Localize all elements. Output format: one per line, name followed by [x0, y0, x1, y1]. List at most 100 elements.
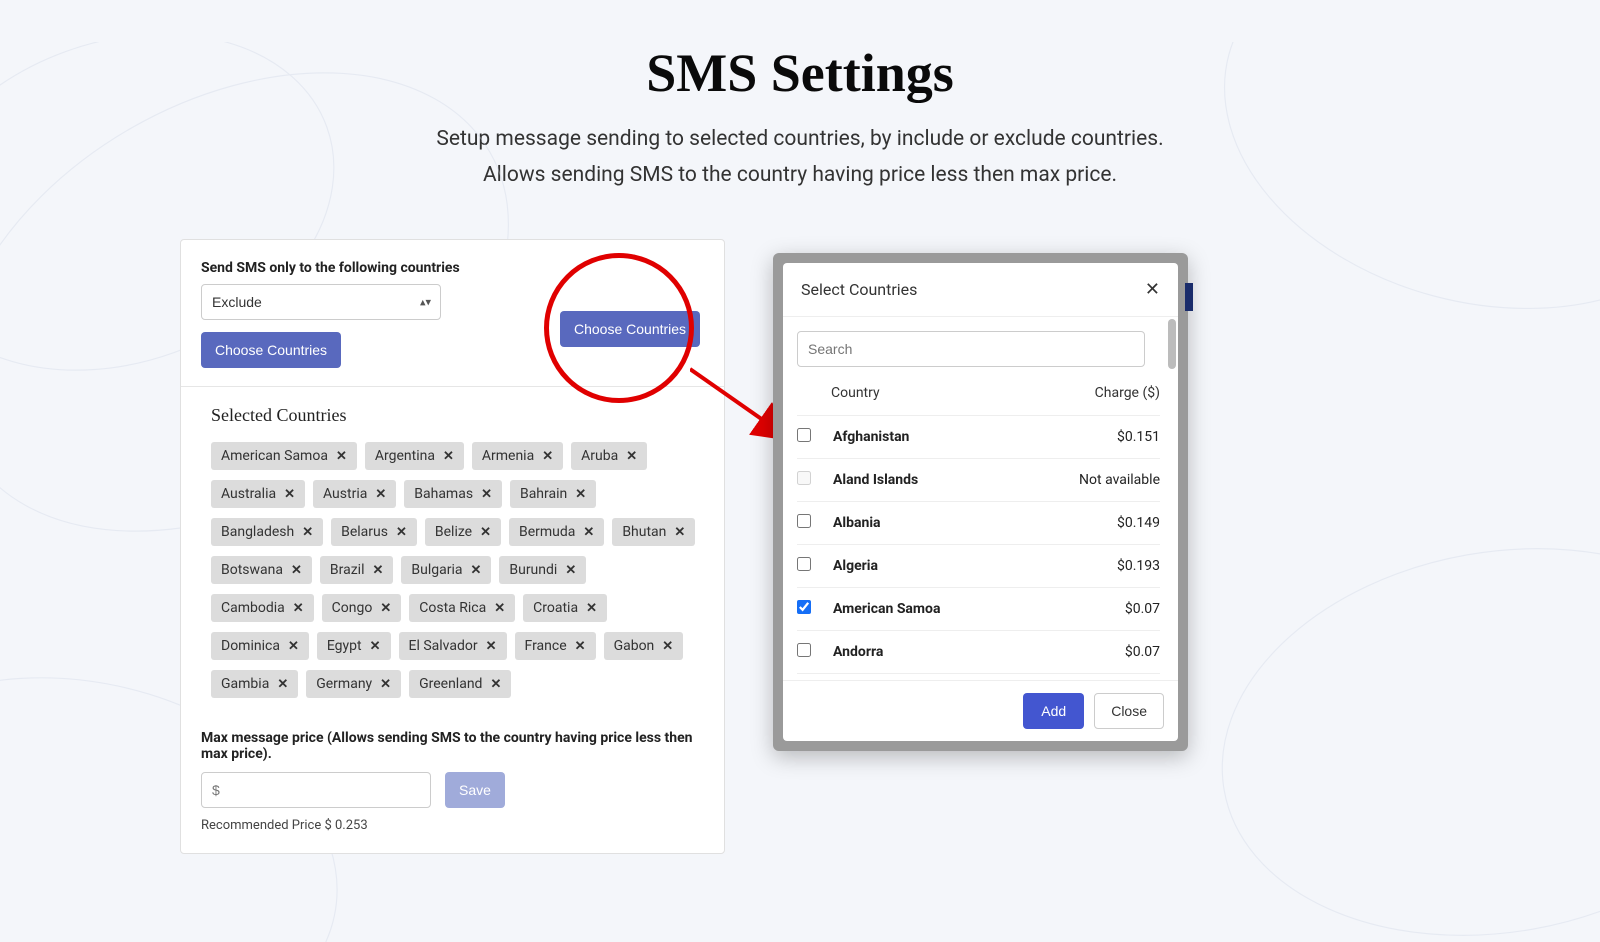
remove-country-icon[interactable]: ✕: [302, 525, 313, 540]
page-description: Setup message sending to selected countr…: [0, 122, 1600, 193]
country-tag-label: Burundi: [509, 562, 557, 578]
remove-country-icon[interactable]: ✕: [674, 525, 685, 540]
callout-choose-countries-button[interactable]: Choose Countries: [560, 311, 700, 347]
remove-country-icon[interactable]: ✕: [486, 639, 497, 654]
remove-country-icon[interactable]: ✕: [542, 449, 553, 464]
country-charge: $0.07: [1060, 644, 1160, 660]
country-name: Andorra: [817, 644, 1060, 660]
country-checkbox: [797, 471, 811, 485]
country-tag: Costa Rica✕: [409, 594, 515, 622]
country-tag: Austria ✕: [313, 480, 396, 508]
country-tag: Botswana ✕: [211, 556, 312, 584]
country-row: Albania$0.149: [797, 501, 1160, 544]
country-tag-label: Aruba: [581, 448, 618, 464]
country-tag: Armenia ✕: [472, 442, 563, 470]
remove-country-icon[interactable]: ✕: [372, 563, 383, 578]
choose-countries-button[interactable]: Choose Countries: [201, 332, 341, 368]
country-tag-label: Congo: [332, 600, 373, 616]
country-tag: Cambodia✕: [211, 594, 314, 622]
country-name: Aland Islands: [817, 472, 1060, 488]
country-tag: France ✕: [515, 632, 596, 660]
remove-country-icon[interactable]: ✕: [443, 449, 454, 464]
remove-country-icon[interactable]: ✕: [583, 525, 594, 540]
country-tag: Bangladesh ✕: [211, 518, 323, 546]
country-tag: Bahamas ✕: [404, 480, 502, 508]
country-tag-label: Dominica: [221, 638, 280, 654]
country-name: American Samoa: [817, 601, 1060, 617]
country-row: Angola$0.105: [797, 673, 1160, 680]
remove-country-icon[interactable]: ✕: [336, 449, 347, 464]
country-checkbox[interactable]: [797, 428, 811, 442]
desc-line-1: Setup message sending to selected countr…: [0, 122, 1600, 158]
country-charge: $0.07: [1060, 601, 1160, 617]
country-checkbox[interactable]: [797, 557, 811, 571]
remove-country-icon[interactable]: ✕: [586, 601, 597, 616]
country-tag-label: Greenland: [419, 676, 482, 692]
remove-country-icon[interactable]: ✕: [370, 639, 381, 654]
remove-country-icon[interactable]: ✕: [565, 563, 576, 578]
remove-country-icon[interactable]: ✕: [575, 639, 586, 654]
country-tag: Dominica ✕: [211, 632, 309, 660]
remove-country-icon[interactable]: ✕: [288, 639, 299, 654]
remove-country-icon[interactable]: ✕: [494, 601, 505, 616]
country-tag-label: Botswana: [221, 562, 283, 578]
remove-country-icon[interactable]: ✕: [480, 525, 491, 540]
remove-country-icon[interactable]: ✕: [284, 487, 295, 502]
remove-country-icon[interactable]: ✕: [626, 449, 637, 464]
country-row: American Samoa$0.07: [797, 587, 1160, 630]
remove-country-icon[interactable]: ✕: [380, 677, 391, 692]
country-tag: Bermuda✕: [509, 518, 604, 546]
country-tag-label: France: [525, 638, 567, 654]
country-tag: Belize ✕: [425, 518, 501, 546]
country-row: Aland IslandsNot available: [797, 458, 1160, 501]
country-tag-label: Brazil: [330, 562, 365, 578]
modal-stripe: [1185, 283, 1193, 311]
country-row: Andorra$0.07: [797, 630, 1160, 673]
modal-add-button[interactable]: Add: [1023, 693, 1084, 729]
remove-country-icon[interactable]: ✕: [396, 525, 407, 540]
column-header-country: Country: [827, 385, 1060, 401]
remove-country-icon[interactable]: ✕: [481, 487, 492, 502]
country-tag-label: Bangladesh: [221, 524, 294, 540]
scrollbar-thumb[interactable]: [1168, 319, 1176, 369]
country-name: Algeria: [817, 558, 1060, 574]
country-tag: Australia ✕: [211, 480, 305, 508]
country-tag-label: Bahamas: [414, 486, 473, 502]
remove-country-icon[interactable]: ✕: [277, 677, 288, 692]
country-tag-label: Egypt: [327, 638, 362, 654]
save-button[interactable]: Save: [445, 772, 505, 808]
country-tag: Gambia✕: [211, 670, 298, 698]
modal-close-footer-button[interactable]: Close: [1094, 693, 1164, 729]
country-tag-label: Australia: [221, 486, 276, 502]
country-tag-label: Bhutan: [622, 524, 666, 540]
country-tag-label: Belarus: [341, 524, 388, 540]
country-name: Afghanistan: [817, 429, 1060, 445]
remove-country-icon[interactable]: ✕: [293, 601, 304, 616]
country-search-input[interactable]: [797, 331, 1145, 367]
remove-country-icon[interactable]: ✕: [470, 563, 481, 578]
page-title: SMS Settings: [0, 42, 1600, 104]
country-checkbox[interactable]: [797, 643, 811, 657]
desc-line-2: Allows sending SMS to the country having…: [0, 158, 1600, 194]
modal-close-button[interactable]: ✕: [1145, 279, 1160, 300]
country-tag-label: Gabon: [614, 638, 655, 654]
country-checkbox[interactable]: [797, 600, 811, 614]
remove-country-icon[interactable]: ✕: [662, 639, 673, 654]
country-tag: Egypt ✕: [317, 632, 391, 660]
country-tag: Belarus ✕: [331, 518, 417, 546]
remove-country-icon[interactable]: ✕: [380, 601, 391, 616]
countries-mode-select[interactable]: [201, 284, 441, 320]
country-tag: Burundi ✕: [499, 556, 586, 584]
close-icon: ✕: [1145, 279, 1160, 299]
remove-country-icon[interactable]: ✕: [575, 487, 586, 502]
country-tag-label: Belize: [435, 524, 472, 540]
country-tag-label: Austria: [323, 486, 367, 502]
country-tag-label: Armenia: [482, 448, 534, 464]
country-tag: Brazil ✕: [320, 556, 393, 584]
selected-countries-tags: American Samoa✕Argentina✕Armenia✕Aruba✕A…: [211, 442, 704, 708]
remove-country-icon[interactable]: ✕: [490, 677, 501, 692]
remove-country-icon[interactable]: ✕: [291, 563, 302, 578]
max-price-input[interactable]: [201, 772, 431, 808]
remove-country-icon[interactable]: ✕: [375, 487, 386, 502]
country-checkbox[interactable]: [797, 514, 811, 528]
